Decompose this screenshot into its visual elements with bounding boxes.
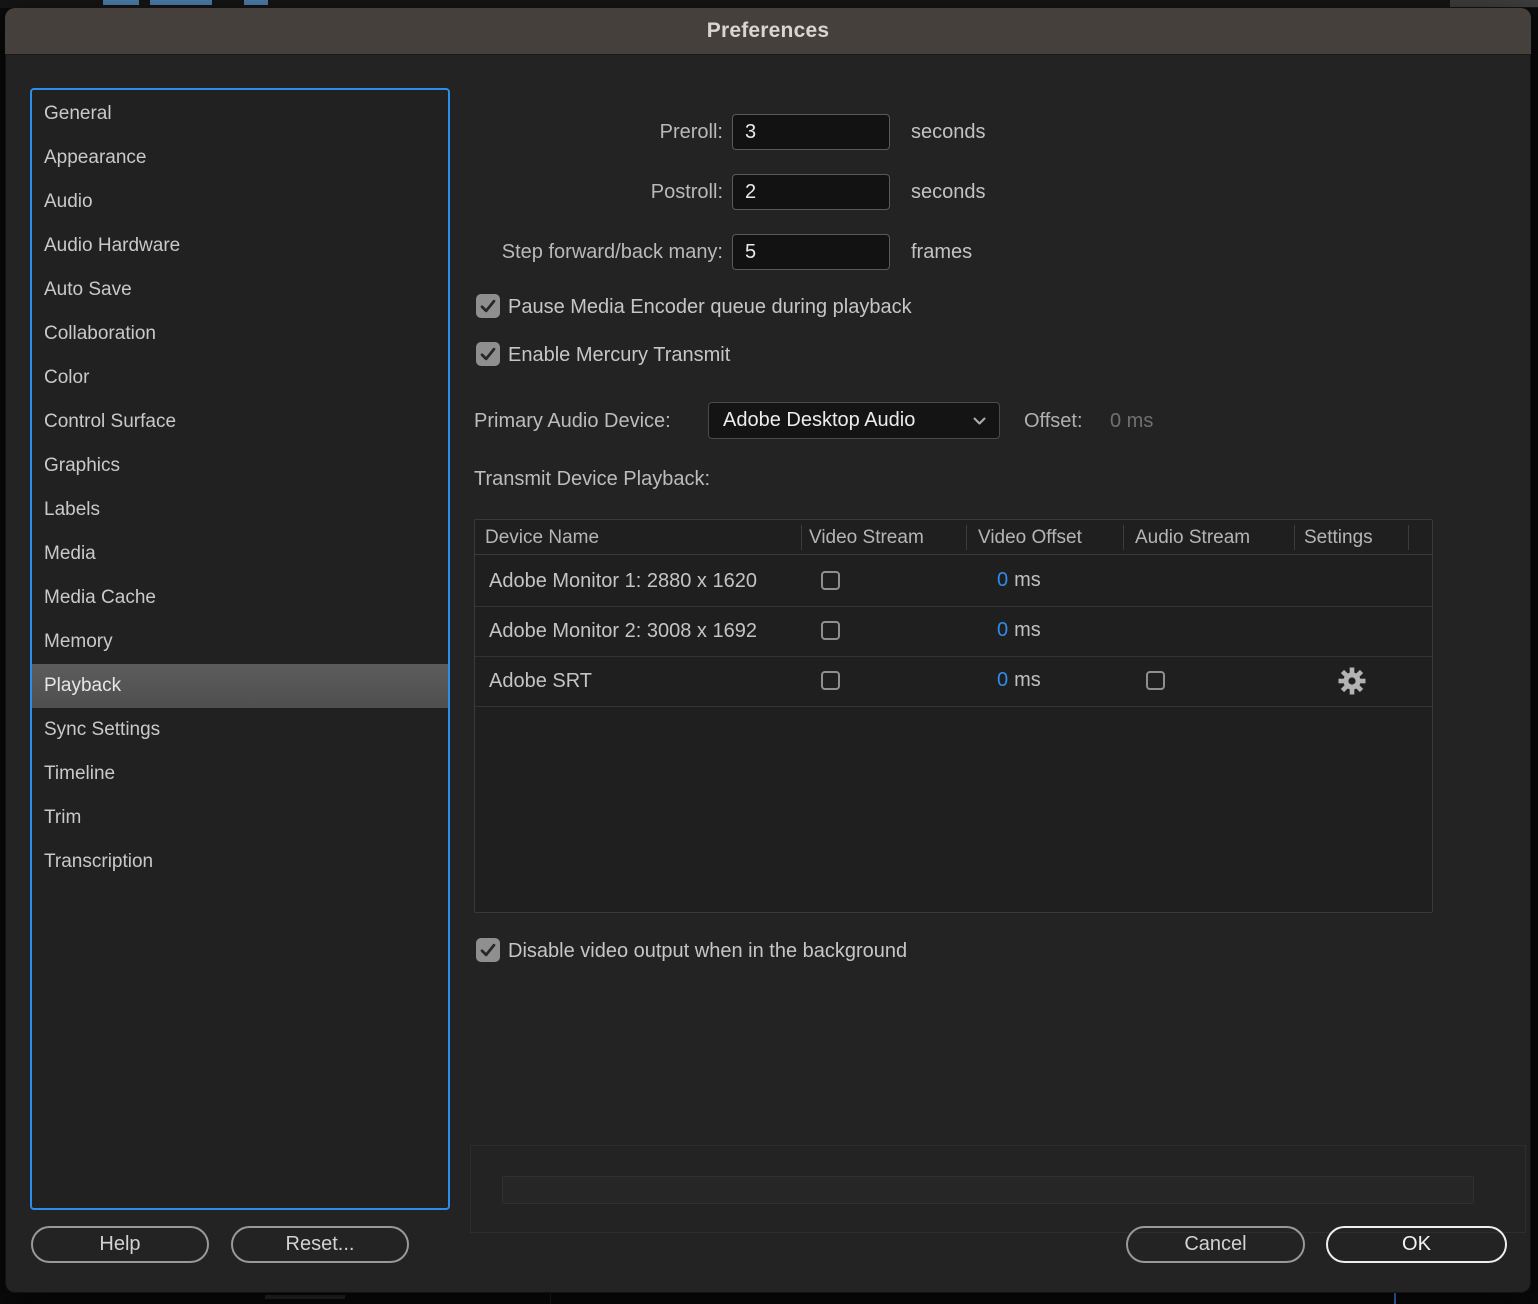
sidebar-item-audio[interactable]: Audio	[32, 180, 448, 224]
audio-stream-checkbox[interactable]	[1146, 671, 1165, 690]
panel-divider	[550, 1293, 551, 1304]
sidebar-item-memory[interactable]: Memory	[32, 620, 448, 664]
row-separator	[475, 706, 1432, 707]
col-video-stream[interactable]: Video Stream	[809, 520, 924, 555]
check-icon	[480, 943, 496, 957]
sidebar-item-audio-hardware[interactable]: Audio Hardware	[32, 224, 448, 268]
help-button[interactable]: Help	[31, 1226, 209, 1263]
sidebar-item-transcription[interactable]: Transcription	[32, 840, 448, 884]
offset-label: Offset:	[1024, 410, 1083, 432]
video-offset-value[interactable]: 0 ms	[997, 569, 1041, 592]
dialog-title: Preferences	[706, 19, 830, 42]
sidebar-item-trim[interactable]: Trim	[32, 796, 448, 840]
col-video-offset[interactable]: Video Offset	[978, 520, 1082, 555]
preroll-unit: seconds	[911, 121, 986, 143]
pause-encoder-label: Pause Media Encoder queue during playbac…	[508, 296, 912, 318]
primary-audio-device-label: Primary Audio Device:	[474, 410, 671, 432]
offset-value: 0 ms	[1110, 410, 1154, 432]
col-audio-stream[interactable]: Audio Stream	[1135, 520, 1250, 555]
transmit-section-label: Transmit Device Playback:	[474, 468, 710, 490]
video-stream-checkbox[interactable]	[821, 571, 840, 590]
device-name: Adobe Monitor 1: 2880 x 1620	[489, 570, 757, 592]
sidebar-item-appearance[interactable]: Appearance	[32, 136, 448, 180]
sidebar-item-media-cache[interactable]: Media Cache	[32, 576, 448, 620]
sidebar-item-graphics[interactable]: Graphics	[32, 444, 448, 488]
header-separator	[1294, 525, 1295, 550]
step-many-input[interactable]	[732, 234, 890, 270]
sidebar-item-control-surface[interactable]: Control Surface	[32, 400, 448, 444]
device-name: Adobe SRT	[489, 670, 593, 692]
postroll-label: Postroll:	[650, 181, 723, 203]
video-offset-value[interactable]: 0 ms	[997, 669, 1041, 692]
step-many-label: Step forward/back many:	[501, 241, 723, 263]
postroll-input[interactable]	[732, 174, 890, 210]
header-separator	[1123, 525, 1124, 550]
step-many-unit: frames	[911, 241, 973, 263]
preroll-input[interactable]	[732, 114, 890, 150]
reset-button[interactable]: Reset...	[231, 1226, 409, 1263]
sidebar-item-labels[interactable]: Labels	[32, 488, 448, 532]
chevron-down-icon	[973, 417, 986, 424]
inactive-field	[502, 1176, 1474, 1204]
disable-video-bg-label: Disable video output when in the backgro…	[508, 940, 908, 962]
device-name: Adobe Monitor 2: 3008 x 1692	[489, 620, 757, 642]
pause-encoder-checkbox[interactable]	[476, 294, 500, 318]
col-settings[interactable]: Settings	[1304, 520, 1373, 555]
cancel-button[interactable]: Cancel	[1126, 1226, 1305, 1263]
timecode-fragment	[244, 0, 268, 5]
ok-button[interactable]: OK	[1326, 1226, 1507, 1263]
mercury-transmit-label: Enable Mercury Transmit	[508, 344, 731, 366]
header-separator	[801, 525, 802, 550]
disable-video-bg-checkbox[interactable]	[476, 938, 500, 962]
sidebar-item-sync-settings[interactable]: Sync Settings	[32, 708, 448, 752]
video-offset-value[interactable]: 0 ms	[997, 619, 1041, 642]
mercury-transmit-checkbox[interactable]	[476, 342, 500, 366]
settings-gear-icon[interactable]	[1337, 666, 1367, 701]
sidebar-item-playback[interactable]: Playback	[32, 664, 448, 708]
sidebar-item-media[interactable]: Media	[32, 532, 448, 576]
primary-audio-device-select[interactable]: Adobe Desktop Audio	[708, 402, 1000, 439]
app-behind-bottom-strip	[0, 1293, 1538, 1304]
dialog-titlebar[interactable]: Preferences	[5, 8, 1531, 55]
postroll-unit: seconds	[911, 181, 986, 203]
screen: Preferences General Appearance Audio Aud…	[0, 0, 1538, 1304]
check-icon	[480, 347, 496, 361]
sidebar-item-collaboration[interactable]: Collaboration	[32, 312, 448, 356]
transmit-device-table: Device Name Video Stream Video Offset Au…	[474, 519, 1433, 913]
app-behind-top-strip	[0, 0, 1538, 8]
preroll-label: Preroll:	[659, 121, 723, 143]
video-stream-checkbox[interactable]	[821, 621, 840, 640]
timecode-fragment	[103, 0, 139, 5]
primary-audio-device-value: Adobe Desktop Audio	[723, 409, 916, 431]
panel-fragment	[1450, 0, 1538, 7]
header-separator	[1408, 525, 1409, 550]
video-stream-checkbox[interactable]	[821, 671, 840, 690]
table-header: Device Name Video Stream Video Offset Au…	[475, 520, 1432, 555]
dimmed-label-fragment	[265, 1295, 345, 1299]
col-device-name[interactable]: Device Name	[485, 520, 599, 555]
check-icon	[480, 299, 496, 313]
timecode-fragment	[150, 0, 212, 5]
sidebar-items: General Appearance Audio Audio Hardware …	[32, 92, 448, 884]
timeline-playhead-fragment	[1394, 1293, 1396, 1304]
sidebar-item-color[interactable]: Color	[32, 356, 448, 400]
header-separator	[966, 525, 967, 550]
sidebar-item-general[interactable]: General	[32, 92, 448, 136]
sidebar-item-timeline[interactable]: Timeline	[32, 752, 448, 796]
row-separator	[475, 656, 1432, 657]
sidebar-item-auto-save[interactable]: Auto Save	[32, 268, 448, 312]
